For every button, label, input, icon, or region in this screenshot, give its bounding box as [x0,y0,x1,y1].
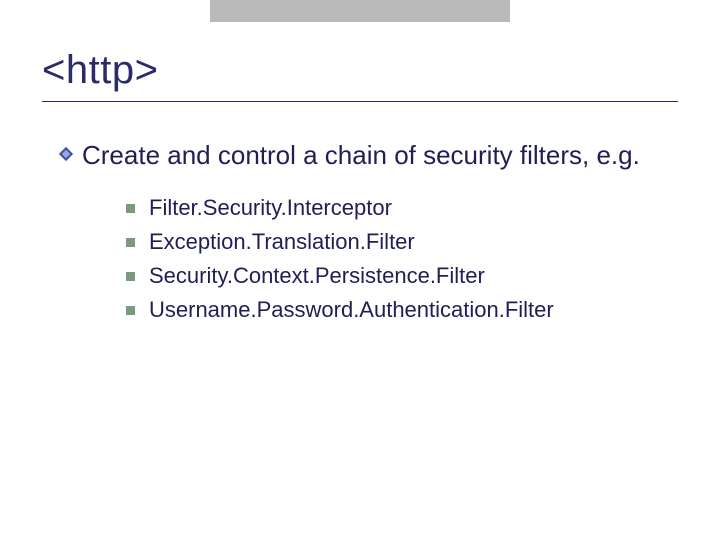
bullet-level1: Create and control a chain of security f… [58,138,678,173]
list-item-label: Username.Password.Authentication.Filter [149,293,554,327]
decorative-top-bar [210,0,510,22]
title-underline [42,101,678,102]
diamond-icon [58,146,74,162]
list-item: Username.Password.Authentication.Filter [126,293,678,327]
square-icon [126,306,135,315]
square-icon [126,272,135,281]
list-item-label: Filter.Security.Interceptor [149,191,392,225]
list-item: Exception.Translation.Filter [126,225,678,259]
list-item-label: Security.Context.Persistence.Filter [149,259,485,293]
bullet-level2-list: Filter.Security.Interceptor Exception.Tr… [126,191,678,327]
bullet-level1-text: Create and control a chain of security f… [82,138,640,173]
slide-body: <http> Create and control a chain of sec… [0,0,720,327]
list-item-label: Exception.Translation.Filter [149,225,415,259]
list-item: Filter.Security.Interceptor [126,191,678,225]
list-item: Security.Context.Persistence.Filter [126,259,678,293]
square-icon [126,204,135,213]
square-icon [126,238,135,247]
slide-title: <http> [42,48,678,93]
